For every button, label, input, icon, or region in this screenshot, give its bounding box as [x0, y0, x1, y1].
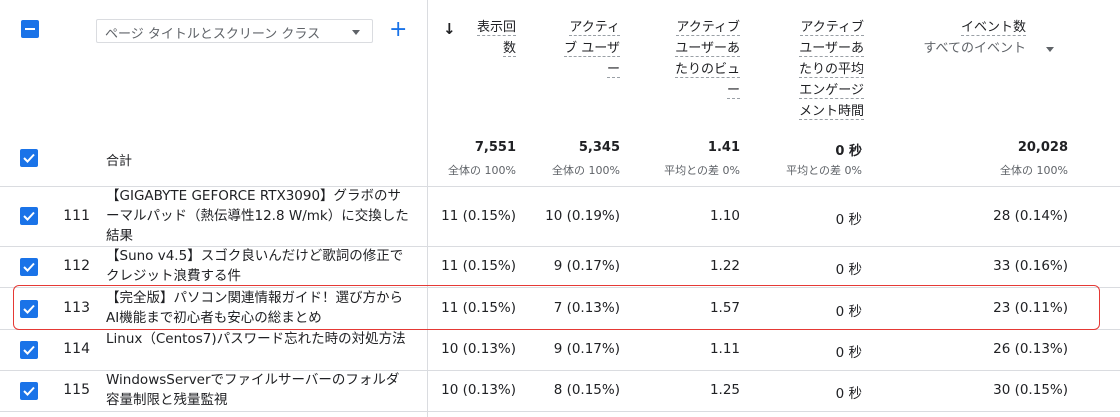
row-checkbox[interactable]: [20, 341, 38, 359]
row-checkbox[interactable]: [20, 300, 38, 318]
row-checkbox[interactable]: [20, 207, 38, 225]
chevron-down-icon[interactable]: [1046, 47, 1054, 52]
cell-views: 11 (0.15%): [441, 300, 516, 316]
cell-active-users: 8 (0.15%): [553, 382, 620, 398]
total-event-count: 20,028: [1017, 140, 1068, 155]
cell-views: 10 (0.13%): [441, 382, 516, 398]
total-active-users-sub: 全体の 100%: [552, 164, 620, 177]
row-checkbox[interactable]: [20, 382, 38, 400]
select-all-checkbox[interactable]: [21, 20, 39, 38]
total-engagement-time: 0 秒: [835, 144, 862, 159]
cell-event-count: 26 (0.13%): [993, 341, 1068, 357]
page-title-link[interactable]: Linux（Centos7)パスワード忘れた時の対処方法: [106, 329, 411, 349]
row-index: 115: [63, 382, 90, 398]
row-index: 111: [63, 208, 90, 224]
column-header-event-count[interactable]: イベント数 すべてのイベント: [900, 17, 1026, 59]
cell-active-users: 9 (0.17%): [553, 341, 620, 357]
table-row[interactable]: 113 【完全版】パソコン関連情報ガイド！選び方からAI機能まで初心者も安心の総…: [0, 287, 1120, 329]
table-row[interactable]: 114 Linux（Centos7)パスワード忘れた時の対処方法 10 (0.1…: [0, 329, 1120, 370]
cell-engagement-time: 0 秒: [835, 345, 862, 361]
column-header-active-users[interactable]: アクティ ブ ユーザ ー: [556, 17, 620, 80]
table-row[interactable]: 111 【GIGABYTE GEFORCE RTX3090】グラボのサーマルパッ…: [0, 186, 1120, 246]
dimension-select-label: ページ タイトルとスクリーン クラス: [105, 27, 321, 42]
row-divider: [0, 411, 1120, 412]
dimension-select[interactable]: ページ タイトルとスクリーン クラス: [96, 19, 373, 43]
event-filter-select[interactable]: すべてのイベント: [900, 38, 1026, 59]
total-views-per-user: 1.41: [707, 140, 740, 155]
add-dimension-icon[interactable]: +: [389, 18, 407, 42]
cell-views-per-user: 1.25: [709, 382, 740, 398]
cell-engagement-time: 0 秒: [835, 262, 862, 278]
cell-views-per-user: 1.11: [709, 341, 740, 357]
cell-engagement-time: 0 秒: [835, 304, 862, 320]
row-index: 113: [63, 300, 90, 316]
page-title-link[interactable]: 【Suno v4.5】スゴク良いんだけど歌詞の修正でクレジット浪費する件: [106, 246, 411, 286]
cell-active-users: 9 (0.17%): [553, 258, 620, 274]
cell-event-count: 30 (0.15%): [993, 382, 1068, 398]
chevron-down-icon: [352, 30, 360, 35]
cell-active-users: 10 (0.19%): [545, 208, 620, 224]
total-active-users: 5,345: [578, 140, 620, 155]
cell-views: 11 (0.15%): [441, 208, 516, 224]
report-table: ページ タイトルとスクリーン クラス + ↓ 表示回 数 アクティ ブ ユーザ …: [0, 0, 1120, 417]
cell-views-per-user: 1.22: [709, 258, 740, 274]
cell-engagement-time: 0 秒: [835, 386, 862, 402]
total-views-per-user-sub: 平均との差 0%: [664, 164, 740, 177]
row-checkbox[interactable]: [20, 258, 38, 276]
sort-descending-icon[interactable]: ↓: [443, 20, 456, 38]
cell-views-per-user: 1.57: [709, 300, 740, 316]
cell-event-count: 28 (0.14%): [993, 208, 1068, 224]
cell-views: 10 (0.13%): [441, 341, 516, 357]
cell-active-users: 7 (0.13%): [553, 300, 620, 316]
cell-event-count: 23 (0.11%): [993, 300, 1068, 316]
row-index: 112: [63, 258, 90, 274]
cell-engagement-time: 0 秒: [835, 212, 862, 228]
column-header-engagement-time[interactable]: アクティブ ユーザーあ たりの平均 エンゲージ メント時間: [788, 17, 864, 122]
row-index: 114: [63, 341, 90, 357]
table-row[interactable]: 112 【Suno v4.5】スゴク良いんだけど歌詞の修正でクレジット浪費する件…: [0, 246, 1120, 287]
total-views-sub: 全体の 100%: [448, 164, 516, 177]
total-views: 7,551: [474, 140, 516, 155]
page-title-link[interactable]: WindowsServerでファイルサーバーのフォルダ容量制限と残量監視: [106, 370, 411, 410]
column-header-views-per-user[interactable]: アクティブ ユーザーあ たりのビュ ー: [664, 17, 740, 101]
cell-views: 11 (0.15%): [441, 258, 516, 274]
page-title-link[interactable]: 【GIGABYTE GEFORCE RTX3090】グラボのサーマルパッド（熱伝…: [106, 186, 411, 246]
page-title-link[interactable]: 【完全版】パソコン関連情報ガイド！選び方からAI機能まで初心者も安心の総まとめ: [106, 288, 411, 328]
total-label: 合計: [106, 154, 133, 169]
cell-views-per-user: 1.10: [709, 208, 740, 224]
column-header-views[interactable]: 表示回 数: [470, 17, 516, 59]
total-checkbox[interactable]: [20, 149, 38, 167]
cell-event-count: 33 (0.16%): [993, 258, 1068, 274]
total-event-count-sub: 全体の 100%: [1000, 164, 1068, 177]
table-row[interactable]: 115 WindowsServerでファイルサーバーのフォルダ容量制限と残量監視…: [0, 370, 1120, 411]
total-engagement-time-sub: 平均との差 0%: [786, 164, 862, 177]
